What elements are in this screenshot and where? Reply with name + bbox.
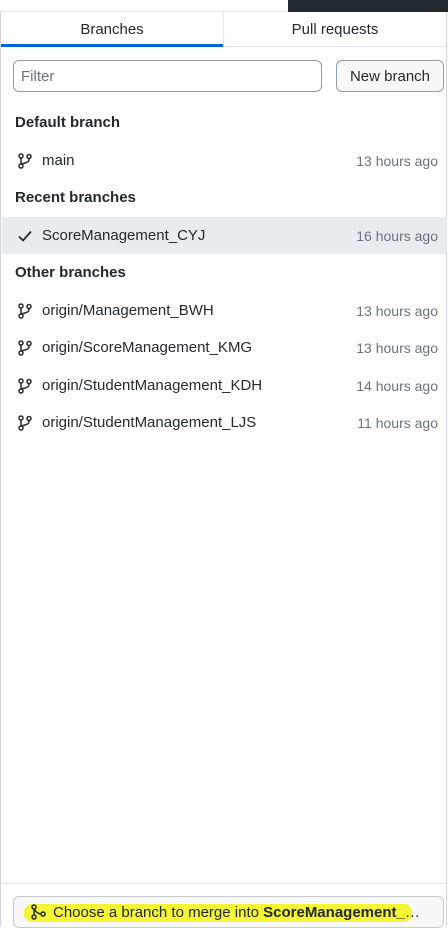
branch-name: origin/StudentManagement_KDH: [42, 377, 263, 394]
git-merge-icon: [30, 904, 46, 920]
branch-row-origin-studentmanagement-kdh[interactable]: origin/StudentManagement_KDH 14 hours ag…: [2, 367, 447, 404]
section-title-recent: Recent branches: [15, 189, 136, 206]
branch-row-origin-studentmanagement-ljs[interactable]: origin/StudentManagement_LJS 11 hours ag…: [2, 404, 447, 441]
branch-name: ScoreManagement_CYJ: [42, 227, 206, 244]
git-branch-icon: [17, 152, 33, 169]
filter-row: New branch: [13, 60, 444, 92]
branch-time: 13 hours ago: [356, 302, 438, 319]
branch-name: origin/Management_BWH: [42, 302, 214, 319]
branch-time: 13 hours ago: [356, 152, 438, 169]
tab-bar: Branches Pull requests: [1, 12, 446, 47]
git-branch-icon: [17, 414, 33, 431]
branch-row-scoremanagement-cyj[interactable]: ScoreManagement_CYJ 16 hours ago: [2, 217, 447, 254]
git-branch-icon: [17, 302, 33, 319]
footer: Choose a branch to merge into ScoreManag…: [1, 883, 446, 928]
branch-name: origin/StudentManagement_LJS: [42, 414, 257, 431]
tab-branches[interactable]: Branches: [1, 12, 223, 47]
branch-time: 13 hours ago: [356, 339, 438, 356]
branch-time: 14 hours ago: [356, 377, 438, 394]
toolbar-dark-segment: [288, 0, 448, 12]
branch-name: origin/ScoreManagement_KMG: [42, 339, 253, 356]
branch-row-origin-scoremanagement-kmg[interactable]: origin/ScoreManagement_KMG 13 hours ago: [2, 329, 447, 366]
git-branch-icon: [17, 377, 33, 394]
section-title-other: Other branches: [15, 264, 126, 281]
merge-button-label: Choose a branch to merge into ScoreManag…: [53, 904, 425, 921]
branch-panel: Branches Pull requests New branch Defaul…: [0, 12, 447, 928]
git-branch-icon: [17, 339, 33, 356]
check-icon: [17, 228, 33, 244]
branch-name: main: [42, 152, 75, 169]
merge-into-branch-button[interactable]: Choose a branch to merge into ScoreManag…: [13, 896, 444, 928]
filter-input[interactable]: [13, 60, 322, 92]
branch-row-main[interactable]: main 13 hours ago: [2, 142, 447, 179]
top-strip: [0, 0, 448, 12]
branch-row-origin-management-bwh[interactable]: origin/Management_BWH 13 hours ago: [2, 292, 447, 329]
new-branch-button[interactable]: New branch: [336, 60, 444, 92]
branch-time: 11 hours ago: [357, 414, 438, 431]
section-title-default: Default branch: [15, 114, 121, 131]
tab-pull-requests[interactable]: Pull requests: [223, 12, 446, 46]
branch-time: 16 hours ago: [356, 227, 438, 244]
merge-target-branch: ScoreManagement_CYJ: [263, 903, 425, 921]
